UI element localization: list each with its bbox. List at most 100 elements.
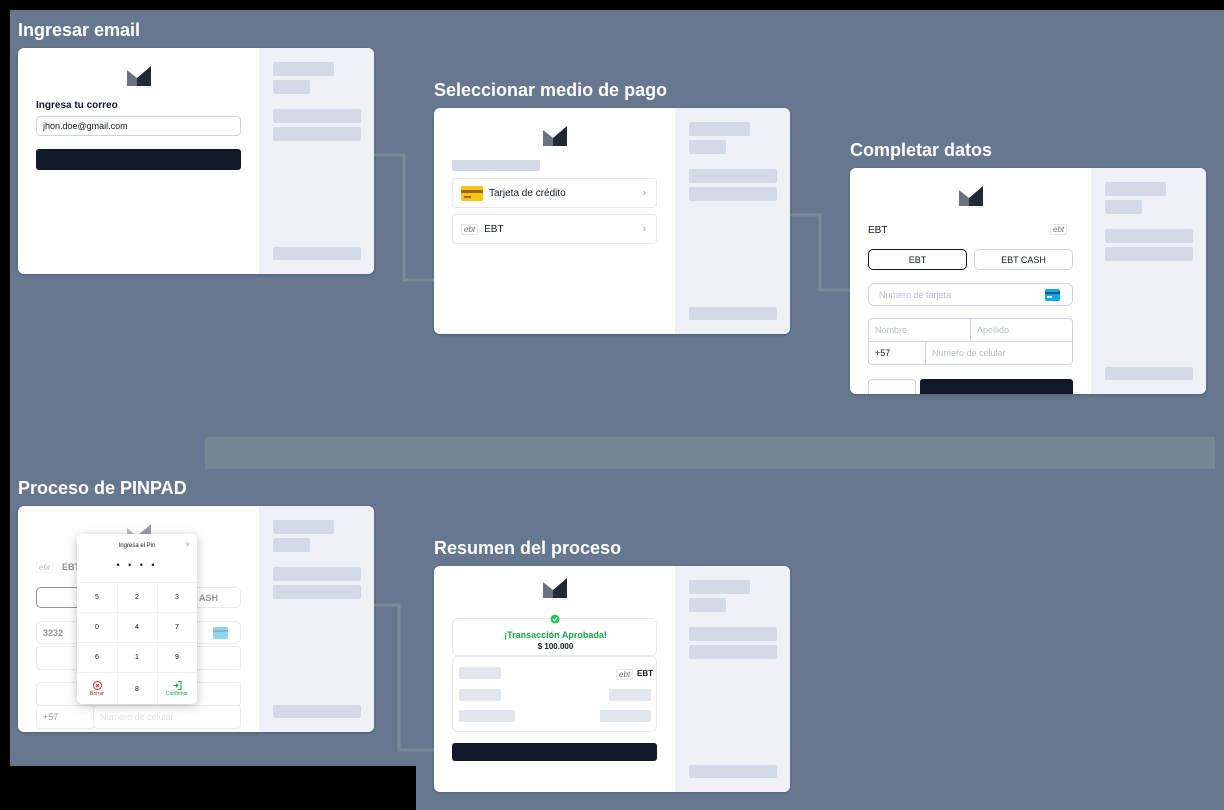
pin-key[interactable]: 0	[77, 613, 117, 642]
skeleton-line	[1105, 182, 1166, 196]
skeleton-line	[689, 187, 777, 201]
secondary-button[interactable]	[868, 379, 916, 394]
toggle-ebt[interactable]: EBT	[868, 249, 967, 270]
pin-confirm-button[interactable]: Confirmar	[157, 673, 197, 705]
canvas-corner	[10, 766, 416, 810]
pin-key[interactable]: 5	[77, 583, 117, 612]
email-field[interactable]: jhon.doe@gmail.com	[36, 116, 241, 136]
phone-placeholder: Numero de celular	[100, 712, 174, 722]
pin-key[interactable]: 7	[157, 613, 197, 642]
finish-button[interactable]	[452, 743, 657, 761]
brand-logo-icon	[959, 186, 983, 206]
ebt-logo: ebt	[1050, 224, 1068, 235]
skeleton-heading	[452, 160, 540, 171]
pay-button[interactable]	[920, 379, 1073, 394]
skeleton-line	[459, 667, 501, 679]
flow-band	[205, 437, 1215, 469]
credit-card-icon	[461, 185, 483, 201]
last-name-input[interactable]: Apellido	[970, 318, 1073, 342]
chevron-right-icon: ›	[642, 187, 646, 199]
close-icon[interactable]: ×	[185, 540, 190, 549]
pin-key[interactable]: 8	[117, 673, 157, 705]
summary-card: ¡Transacción Aprobada! $ 100.000 ebt EBT	[434, 566, 790, 792]
pin-delete-button[interactable]: Borrar	[77, 673, 117, 705]
payment-card: Tarjeta de crédito › ebt EBT ›	[434, 108, 790, 334]
last-name-placeholder: Apellido	[977, 325, 1010, 335]
pin-keypad: 5 2 3 0 4 7 6 1 9 Borrar 8 Confirmar	[77, 582, 197, 705]
summary-sidebar	[675, 108, 790, 334]
step-title-details: Completar datos	[850, 140, 993, 160]
payment-option-credit-card[interactable]: Tarjeta de crédito ›	[452, 178, 657, 208]
payment-option-label: Tarjeta de crédito	[489, 187, 566, 199]
brand-logo-icon	[543, 126, 567, 146]
skeleton-line	[689, 627, 777, 641]
flow-connector	[374, 603, 434, 752]
skeleton-line	[689, 122, 750, 136]
pin-dots: • • • •	[116, 560, 158, 570]
first-name-placeholder: Nombre	[875, 325, 908, 335]
phone-placeholder: Numero de celular	[932, 348, 1006, 358]
pin-modal: Ingresa el Pin × • • • • 5 2 3 0 4 7 6 1…	[77, 534, 197, 705]
summary-sidebar	[1091, 168, 1206, 394]
first-name-input[interactable]: Nombre	[868, 318, 971, 342]
card-number-placeholder: Numero de tarjeta	[879, 289, 952, 300]
chevron-right-icon: ›	[642, 223, 646, 235]
ebt-logo: ebt	[616, 669, 634, 680]
summary-sidebar	[675, 566, 790, 792]
pinpad-card: ebt EBT ASH 3232 +57 Numero de celular I…	[18, 506, 374, 732]
continue-button[interactable]	[36, 149, 241, 170]
skeleton-line	[1105, 200, 1142, 214]
card-number-value: 3232	[43, 627, 64, 638]
skeleton-line	[273, 62, 334, 76]
check-circle-icon	[549, 613, 561, 625]
pin-delete-label: Borrar	[90, 691, 104, 697]
pin-key[interactable]: 1	[117, 643, 157, 672]
payment-method: EBT	[637, 669, 653, 678]
skeleton-line	[689, 169, 777, 183]
skeleton-line	[459, 710, 515, 722]
pin-key[interactable]: 9	[157, 643, 197, 672]
step-title-summary: Resumen del proceso	[434, 538, 622, 558]
skeleton-line	[273, 80, 310, 94]
skeleton-line	[273, 109, 361, 123]
pin-key[interactable]: 2	[117, 583, 157, 612]
payment-option-ebt[interactable]: ebt EBT ›	[452, 214, 657, 244]
skeleton-line	[273, 127, 361, 141]
card-number-input[interactable]: Numero de tarjeta	[868, 283, 1073, 306]
email-card: Ingresa tu correo jhon.doe@gmail.com	[18, 48, 374, 274]
approved-box: ¡Transacción Aprobada! $ 100.000	[452, 613, 657, 656]
ebt-logo: ebt	[36, 562, 54, 573]
pin-key[interactable]: 3	[157, 583, 197, 612]
skeleton-line	[1105, 367, 1193, 380]
skeleton-line	[273, 567, 361, 581]
phone-input: Numero de celular	[93, 705, 241, 729]
transaction-amount: $ 100.000	[537, 642, 574, 651]
email-label: Ingresa tu correo	[36, 100, 118, 111]
step-title-pinpad: Proceso de PINPAD	[18, 478, 187, 498]
pin-key[interactable]: 6	[77, 643, 117, 672]
payment-option-label: EBT	[484, 223, 504, 235]
skeleton-line	[273, 247, 361, 260]
pin-confirm-label: Confirmar	[166, 691, 188, 697]
skeleton-line	[689, 598, 726, 612]
summary-sidebar	[259, 48, 374, 274]
skeleton-line	[600, 710, 651, 722]
pin-key[interactable]: 4	[117, 613, 157, 642]
login-arrow-icon	[173, 681, 182, 690]
delete-icon	[92, 681, 102, 690]
transaction-details: ebt EBT	[452, 656, 657, 732]
summary-sidebar	[259, 506, 374, 732]
skeleton-line	[273, 538, 310, 552]
toggle-ebt-cash[interactable]: EBT CASH	[974, 249, 1073, 270]
phone-prefix-select[interactable]: +57	[868, 341, 926, 365]
card-icon	[213, 627, 228, 639]
skeleton-line	[459, 689, 501, 701]
phone-input[interactable]: Numero de celular	[925, 341, 1073, 365]
skeleton-line	[689, 765, 777, 778]
skeleton-line	[609, 689, 651, 701]
step-title-email: Ingresar email	[18, 20, 141, 40]
flow-connector	[790, 213, 850, 292]
skeleton-line	[689, 580, 750, 594]
skeleton-line	[689, 645, 777, 659]
skeleton-line	[1105, 247, 1193, 261]
